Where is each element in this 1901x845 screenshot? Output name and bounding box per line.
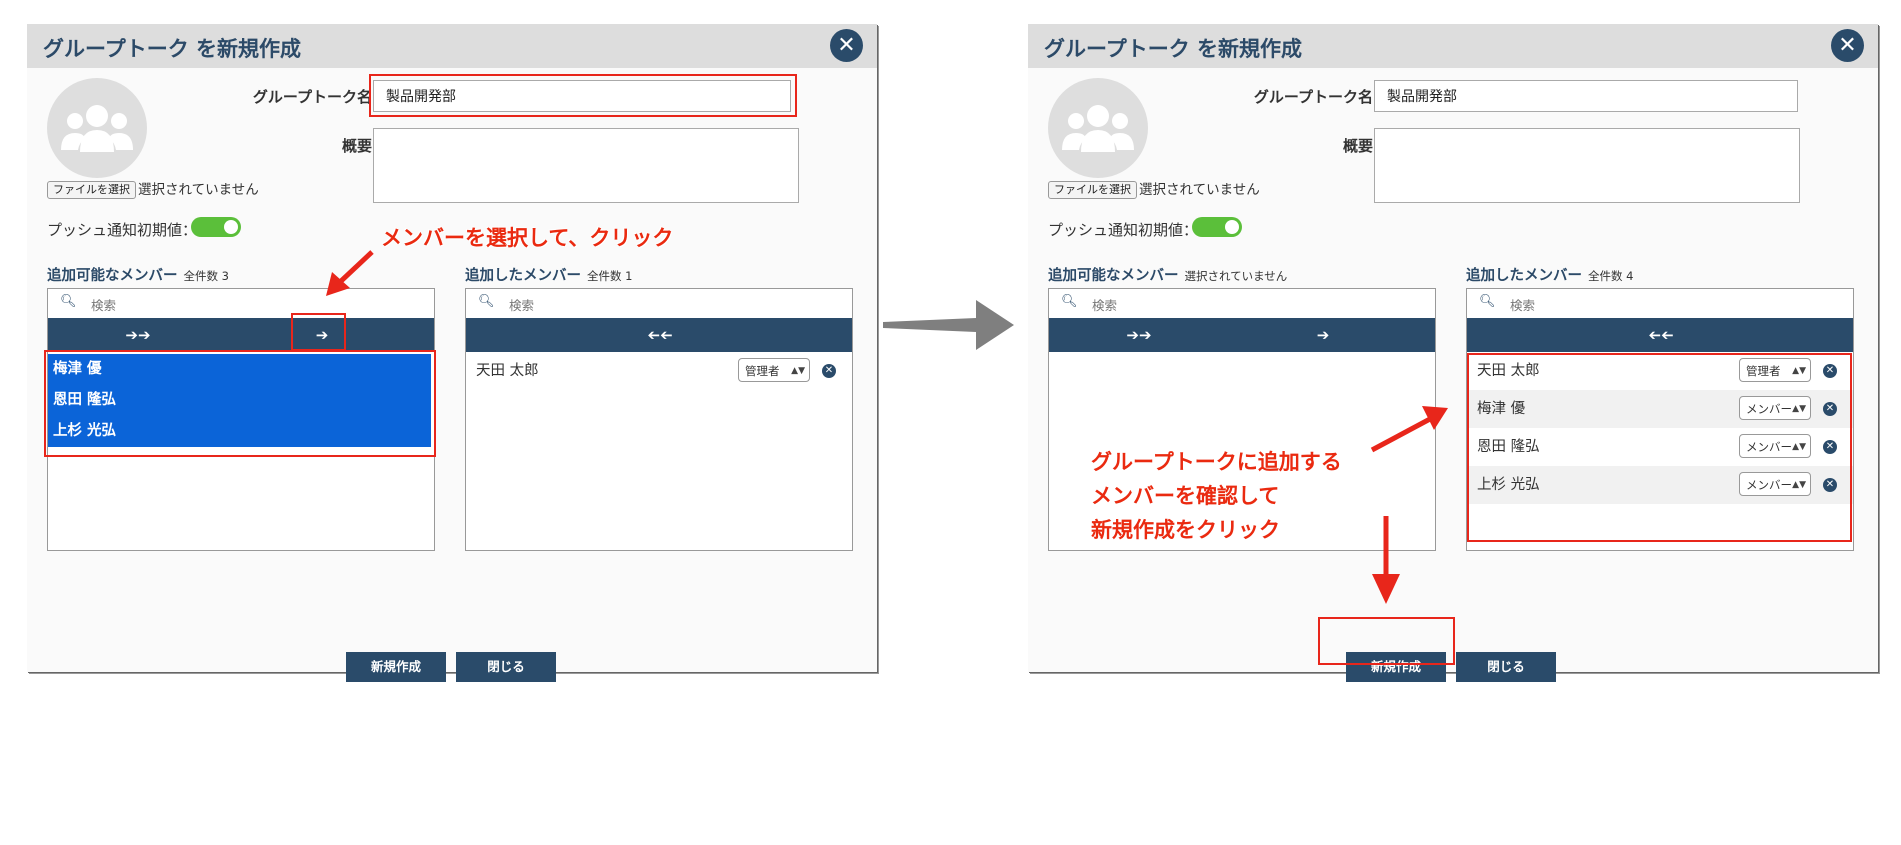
- annotation-arrows: [326, 250, 1448, 604]
- red-arrow-icon: [1372, 516, 1400, 604]
- red-arrow-icon: [1370, 406, 1448, 453]
- transition-arrow-icon: [883, 300, 1014, 350]
- red-arrow-icon: [326, 250, 374, 296]
